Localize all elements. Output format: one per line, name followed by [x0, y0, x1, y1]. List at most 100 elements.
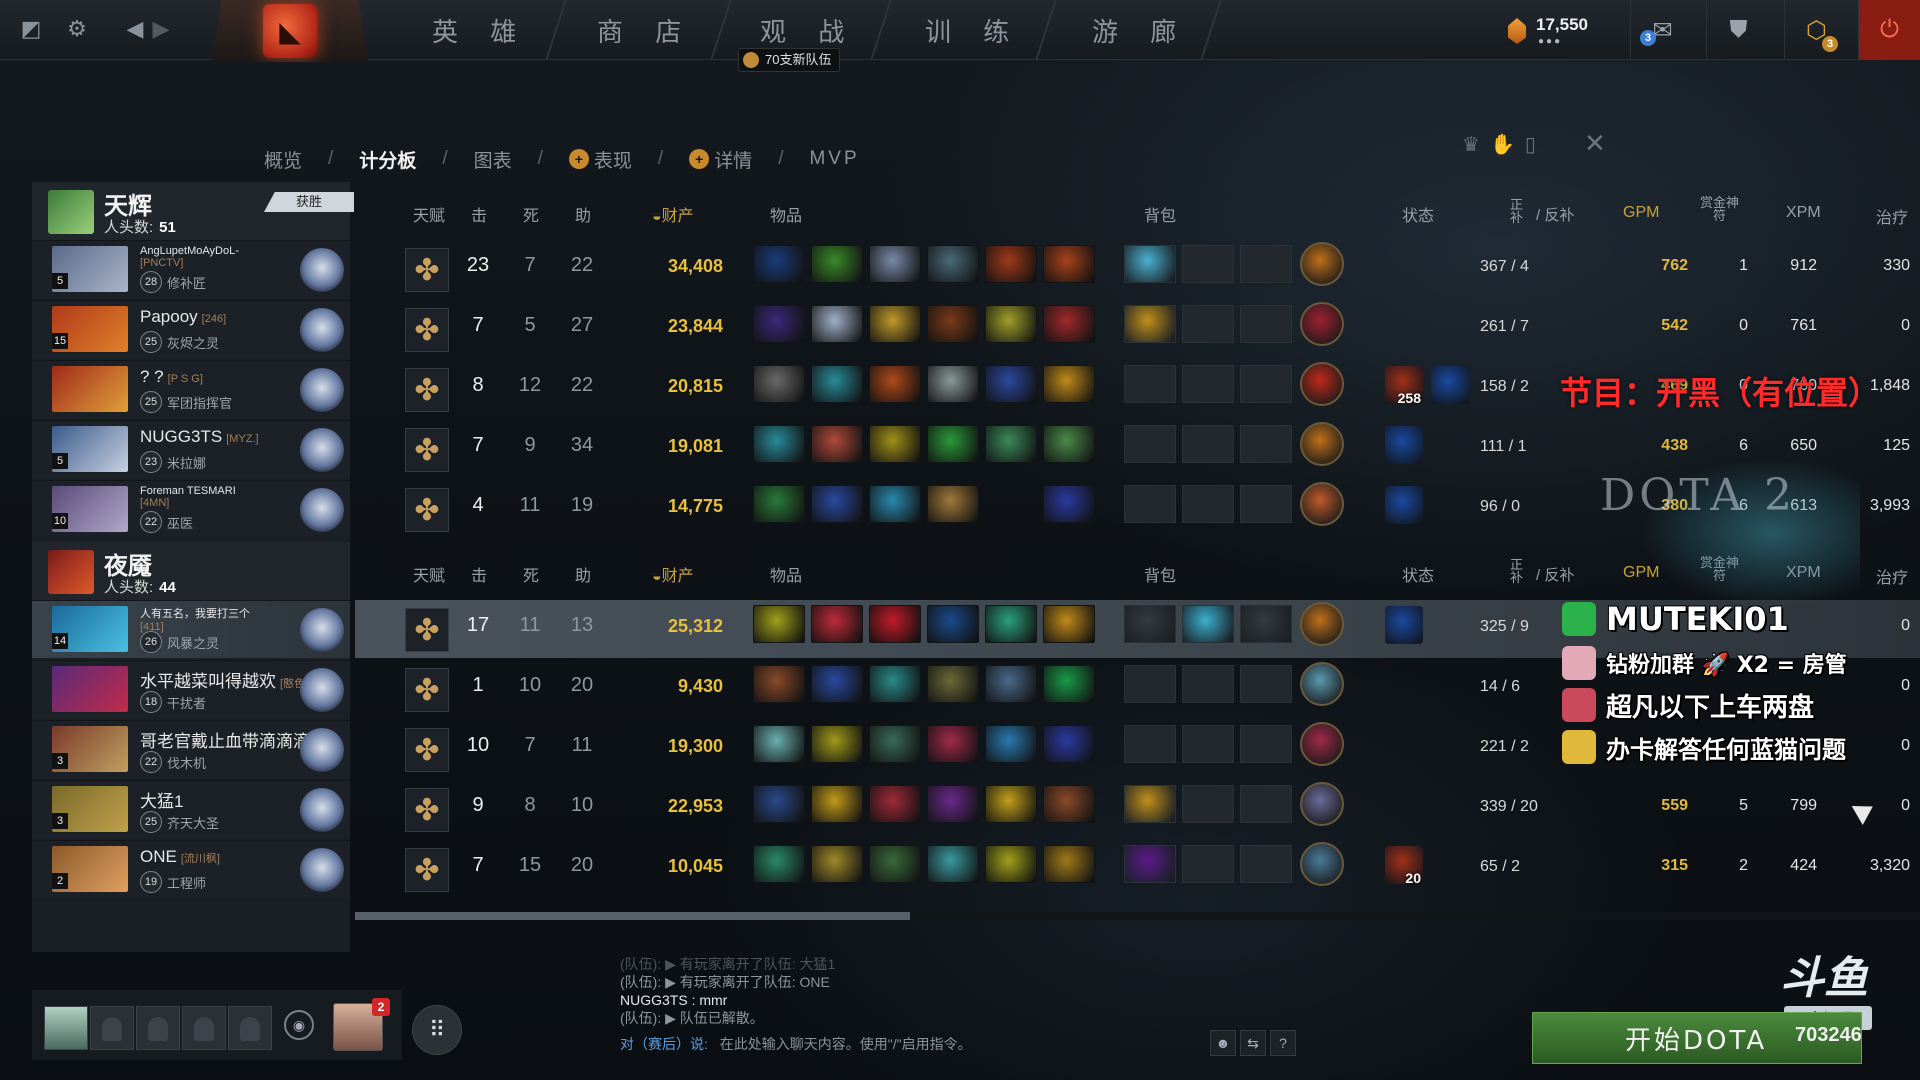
item-slot[interactable] [985, 665, 1037, 703]
item-slot[interactable] [869, 305, 921, 343]
buff-status-icon[interactable] [1431, 366, 1469, 404]
item-slot[interactable] [927, 605, 979, 643]
neutral-item[interactable] [1300, 782, 1344, 826]
item-slot[interactable] [753, 845, 805, 883]
item-slot[interactable] [753, 245, 805, 283]
neutral-item[interactable] [1300, 842, 1344, 886]
item-slot[interactable] [1043, 605, 1095, 643]
neutral-item[interactable] [1300, 302, 1344, 346]
item-slot[interactable] [811, 365, 863, 403]
item-slot[interactable] [985, 425, 1037, 463]
player-name[interactable]: Papooy [246] [140, 307, 226, 327]
player-name[interactable]: AngLupetMoAyDoL- [PNCTV] [140, 245, 239, 269]
item-slot[interactable] [1043, 845, 1095, 883]
item-slot[interactable] [811, 725, 863, 763]
tab-performance[interactable]: + 表现 [568, 146, 632, 173]
item-slot[interactable] [869, 485, 921, 523]
neutral-item[interactable] [1300, 482, 1344, 526]
forward-arrow-icon[interactable]: ▶ [146, 14, 176, 44]
item-slot[interactable] [927, 245, 979, 283]
item-slot[interactable] [985, 785, 1037, 823]
social-menu-button[interactable]: ⠿ [412, 1005, 462, 1055]
item-slot[interactable] [869, 365, 921, 403]
item-slot[interactable] [927, 305, 979, 343]
talent-tree-icon[interactable]: ✤ [405, 668, 449, 712]
hero-portrait[interactable] [52, 366, 128, 412]
party-slot-empty[interactable] [90, 1006, 134, 1050]
item-slot[interactable] [985, 605, 1037, 643]
item-slot[interactable] [1043, 305, 1095, 343]
item-slot[interactable] [927, 785, 979, 823]
player-row[interactable]: 15 Papooy [246] 25 灰烬之灵 [32, 300, 350, 358]
nav-store[interactable]: 商 店 [597, 12, 693, 48]
buff-status-icon[interactable] [1385, 486, 1423, 524]
item-slot[interactable] [753, 365, 805, 403]
party-slot-empty[interactable] [182, 1006, 226, 1050]
backpack-item[interactable] [1124, 305, 1176, 343]
backpack-item[interactable] [1124, 605, 1176, 643]
item-slot[interactable] [985, 725, 1037, 763]
item-slot[interactable] [811, 785, 863, 823]
nav-heroes[interactable]: 英 雄 [432, 12, 528, 48]
player-name[interactable]: 水平越菜叫得越欢 [憨色] [140, 667, 308, 692]
neutral-item[interactable] [1300, 242, 1344, 286]
scrollbar-thumb[interactable] [355, 912, 910, 920]
steam-icon[interactable]: ◩ [16, 14, 46, 44]
mail-button[interactable]: ✉ [1630, 0, 1694, 60]
item-slot[interactable] [753, 665, 805, 703]
item-slot[interactable] [869, 605, 921, 643]
player-row[interactable]: 3 哥老官戴止血带滴滴滴[唐山人] 22 伐木机 [32, 720, 350, 778]
item-slot[interactable] [927, 425, 979, 463]
backpack-item[interactable] [1182, 605, 1234, 643]
player-row[interactable]: 5 AngLupetMoAyDoL- [PNCTV] 28 修补匠 [32, 240, 350, 298]
chat-input[interactable]: 对（赛后）说: 在此处输入聊天内容。使用"/"启用指令。 [620, 1034, 1220, 1054]
header-networth[interactable]: ◒财产 [652, 562, 694, 586]
item-slot[interactable] [869, 845, 921, 883]
close-icon[interactable]: ✕ [1584, 128, 1606, 159]
chat-channel[interactable]: 对（赛后）说: [620, 1036, 708, 1052]
hero-portrait[interactable] [52, 666, 128, 712]
chat-wheel-icon[interactable]: ⇆ [1240, 1030, 1266, 1056]
item-slot[interactable] [869, 725, 921, 763]
neutral-item[interactable] [1300, 722, 1344, 766]
item-slot[interactable] [869, 245, 921, 283]
stats-row[interactable]: ✤ 23 7 22 34,408 367 / 4 762 1 912 330 [355, 240, 1920, 298]
neutral-item[interactable] [1300, 422, 1344, 466]
buff-status-icon[interactable] [1385, 426, 1423, 464]
player-name[interactable]: Foreman TESMARI [4MN] [140, 485, 236, 509]
item-slot[interactable] [985, 845, 1037, 883]
item-slot[interactable] [1043, 725, 1095, 763]
nav-learn[interactable]: 训 练 [925, 12, 1021, 48]
item-slot[interactable] [1043, 365, 1095, 403]
hand-icon[interactable]: ✋ [1490, 134, 1525, 156]
player-row[interactable]: 3 大猛1 25 齐天大圣 [32, 780, 350, 838]
item-slot[interactable] [1043, 665, 1095, 703]
stats-row[interactable]: ✤ 9 8 10 22,953 339 / 20 559 5 799 0 [355, 780, 1920, 838]
player-row[interactable]: 5 NUGG3TS [MYZ.] 23 米拉娜 [32, 420, 350, 478]
talent-tree-icon[interactable]: ✤ [405, 608, 449, 652]
item-slot[interactable] [811, 425, 863, 463]
watch-new-teams-badge[interactable]: 70支新队伍 [738, 48, 841, 72]
talent-tree-icon[interactable]: ✤ [405, 488, 449, 532]
item-slot[interactable] [927, 365, 979, 403]
player-row[interactable]: 14 人有五名，我要打三个 [411] 26 风暴之灵 [32, 600, 350, 658]
nav-watch[interactable]: 观 战 [760, 12, 856, 48]
player-row[interactable]: ? ? [P S G] 25 军团指挥官 [32, 360, 350, 418]
emoji-icon[interactable]: ☻ [1210, 1030, 1236, 1056]
item-slot[interactable] [927, 665, 979, 703]
item-slot[interactable] [753, 785, 805, 823]
item-slot[interactable] [869, 665, 921, 703]
item-slot[interactable] [869, 425, 921, 463]
dota-home-button[interactable]: ◣ [212, 0, 368, 62]
item-slot[interactable] [811, 245, 863, 283]
party-slot-self[interactable] [44, 1006, 88, 1050]
neutral-item[interactable] [1300, 662, 1344, 706]
player-name[interactable]: 大猛1 [140, 787, 183, 812]
tab-mvp[interactable]: MVP [809, 148, 859, 170]
item-slot[interactable] [869, 785, 921, 823]
horizontal-scrollbar[interactable] [355, 912, 1920, 920]
power-button[interactable]: ⏻ [1858, 0, 1920, 60]
neutral-item[interactable] [1300, 602, 1344, 646]
stats-row[interactable]: ✤ 7 5 27 23,844 261 / 7 542 0 761 0 [355, 300, 1920, 358]
gear-icon[interactable]: ⚙ [62, 14, 92, 44]
